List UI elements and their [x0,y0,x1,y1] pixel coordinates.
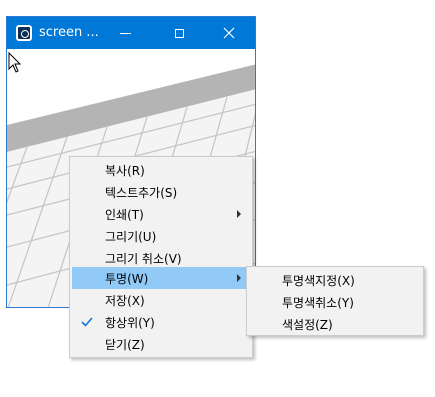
menu-item-draw[interactable]: 그리기(U) [72,225,250,247]
close-icon [223,27,235,39]
submenu-arrow-icon [237,210,241,218]
submenu-arrow-icon [237,274,241,282]
title-bar[interactable]: screen ... [7,17,255,49]
mouse-pointer-icon [8,52,22,73]
window-title: screen ... [39,25,99,40]
maximize-icon [174,28,184,38]
minimize-button[interactable] [102,17,148,49]
menu-item-label: 닫기(Z) [105,337,145,352]
submenu-item-set-transparent-color[interactable]: 투명색지정(X) [249,269,421,291]
menu-item-transparency[interactable]: 투명(W) [72,267,250,289]
menu-item-cancel-draw[interactable]: 그리기 취소(V) [72,247,250,269]
menu-item-label: 항상위(Y) [105,315,155,330]
menu-item-label: 그리기 취소(V) [105,251,182,266]
menu-item-always-on-top[interactable]: 항상위(Y) [72,311,250,333]
submenu-item-color-settings[interactable]: 색설정(Z) [249,313,421,335]
app-icon [16,25,32,41]
menu-item-label: 복사(R) [105,163,145,178]
menu-item-label: 투명색취소(Y) [282,295,354,310]
menu-item-add-text[interactable]: 텍스트추가(S) [72,181,250,203]
menu-item-label: 투명(W) [105,271,149,286]
transparency-submenu: 투명색지정(X) 투명색취소(Y) 색설정(Z) [246,266,424,336]
context-menu: 복사(R) 텍스트추가(S) 인쇄(T) 그리기(U) 그리기 취소(V) 투명… [69,156,253,358]
close-button[interactable] [206,17,252,49]
menu-item-label: 인쇄(T) [105,207,144,222]
minimize-icon [119,32,131,34]
checkmark-icon [81,317,93,327]
maximize-button[interactable] [156,17,202,49]
menu-item-label: 색설정(Z) [282,317,333,332]
menu-item-close[interactable]: 닫기(Z) [72,333,250,355]
submenu-item-cancel-transparent-color[interactable]: 투명색취소(Y) [249,291,421,313]
menu-item-label: 그리기(U) [105,229,157,244]
menu-item-copy[interactable]: 복사(R) [72,159,250,181]
menu-item-label: 저장(X) [105,293,145,308]
menu-item-label: 텍스트추가(S) [105,185,178,200]
menu-item-label: 투명색지정(X) [282,273,355,288]
menu-item-print[interactable]: 인쇄(T) [72,203,250,225]
menu-item-save[interactable]: 저장(X) [72,289,250,311]
